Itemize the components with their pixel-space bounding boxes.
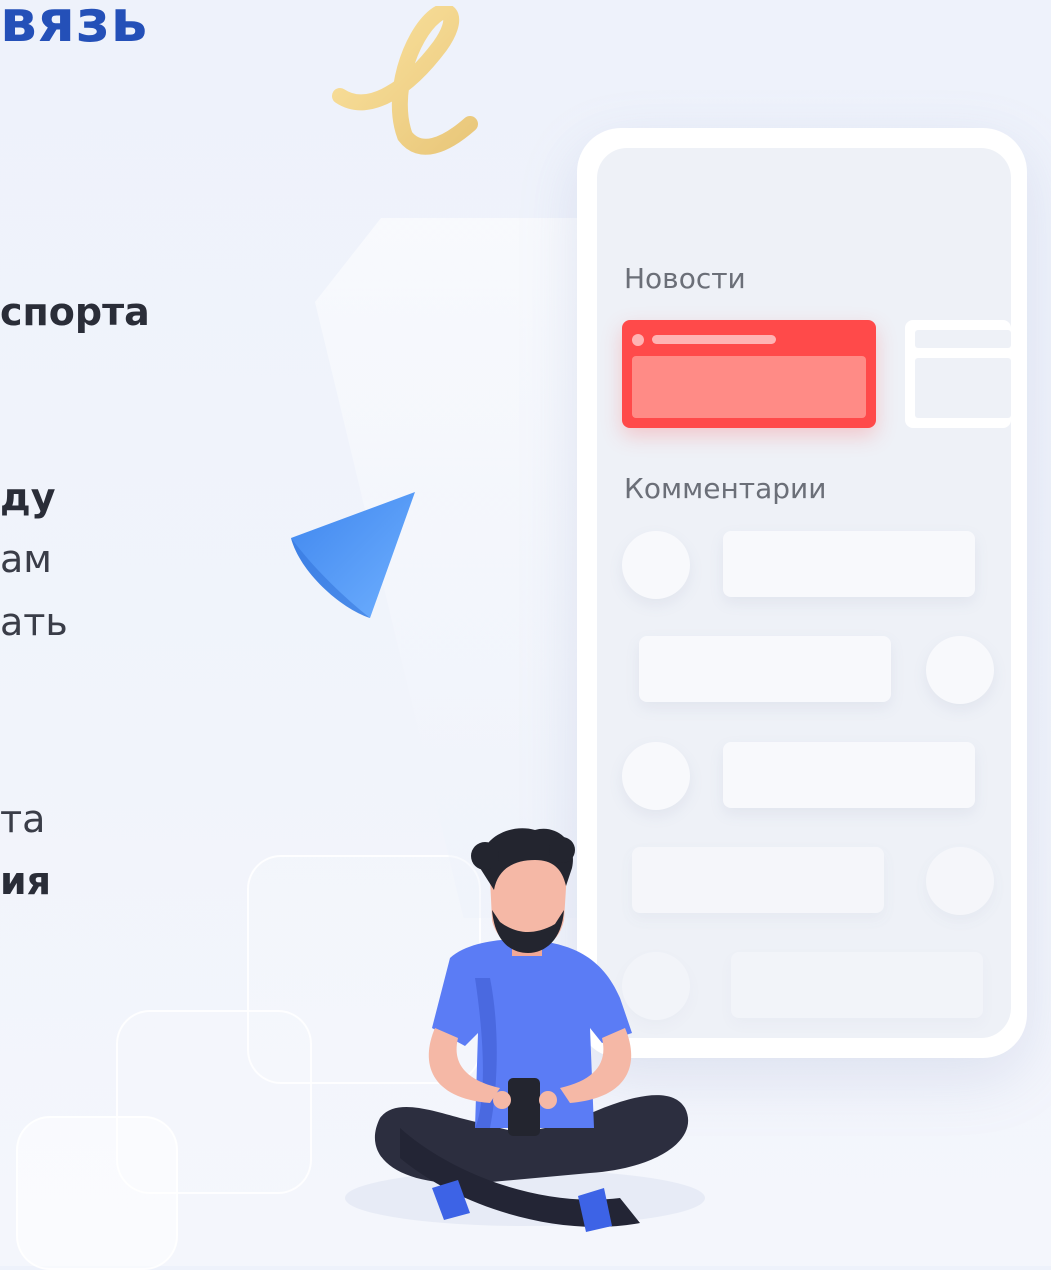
news-card-body — [632, 356, 866, 418]
text-line-1: спорта — [0, 290, 150, 334]
comments-section-label: Комментарии — [624, 472, 827, 505]
news-card-secondary[interactable] — [905, 320, 1011, 428]
text-line-6: ия — [0, 859, 52, 903]
comment-avatar — [926, 847, 994, 915]
comment-avatar — [622, 742, 690, 810]
comment-bubble — [639, 636, 891, 702]
news-card-dot — [632, 334, 644, 346]
decor-square-3 — [16, 1116, 178, 1270]
cone-decoration-icon — [291, 492, 415, 618]
news-card-highlighted[interactable] — [622, 320, 876, 428]
person-with-phone-illustration — [345, 828, 705, 1232]
text-line-2: ду — [0, 475, 56, 519]
comment-avatar — [926, 636, 994, 704]
page-heading: вязь — [0, 0, 149, 55]
comment-bubble — [723, 531, 975, 597]
news-card-title-line — [652, 335, 776, 344]
swirl-decoration-icon — [332, 6, 478, 155]
comment-bubble — [731, 952, 983, 1018]
text-line-4: ать — [0, 600, 68, 644]
comment-avatar — [622, 531, 690, 599]
text-line-3: ам — [0, 537, 52, 581]
news-card-secondary-body — [915, 358, 1011, 418]
news-card-secondary-line — [915, 330, 1011, 348]
news-section-label: Новости — [624, 262, 746, 295]
comment-bubble — [723, 742, 975, 808]
text-line-5: та — [0, 797, 46, 841]
